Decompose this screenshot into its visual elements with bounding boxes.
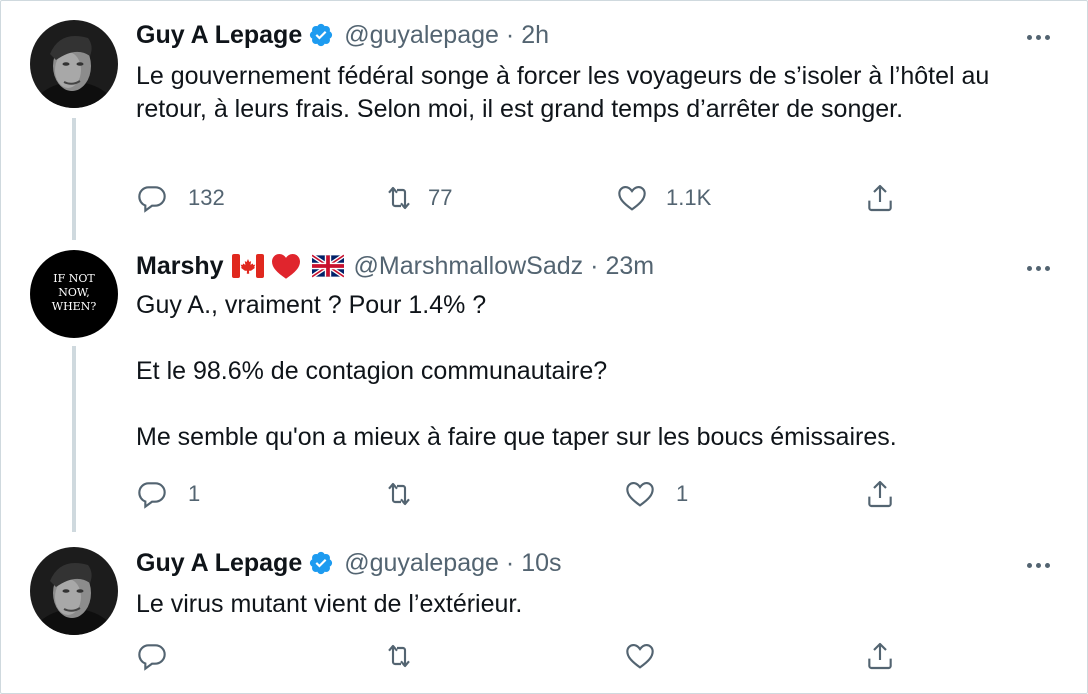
retweet-button[interactable]	[382, 638, 416, 674]
tweet-actions	[136, 638, 896, 674]
retweet-icon	[382, 640, 416, 672]
author-name[interactable]: Guy A Lepage	[136, 548, 302, 578]
reply-icon	[136, 640, 168, 672]
share-icon	[864, 640, 896, 672]
avatar[interactable]	[30, 547, 118, 635]
tweet[interactable]: Guy A Lepage @guyalepage · 10s Le virus …	[0, 0, 1088, 694]
more-icon[interactable]	[1027, 550, 1050, 580]
separator-dot: ·	[505, 549, 515, 577]
author-handle[interactable]: @guyalepage	[344, 548, 499, 578]
verified-badge-icon	[308, 550, 334, 576]
share-button[interactable]	[864, 638, 896, 674]
tweet-header: Guy A Lepage @guyalepage · 10s	[136, 548, 562, 578]
heart-icon	[624, 640, 656, 672]
tweet-timestamp[interactable]: 10s	[521, 548, 561, 578]
avatar-portrait-image	[30, 547, 118, 635]
like-button[interactable]	[624, 638, 656, 674]
reply-button[interactable]	[136, 638, 168, 674]
tweet-text: Le virus mutant vient de l’extérieur.	[136, 590, 523, 618]
